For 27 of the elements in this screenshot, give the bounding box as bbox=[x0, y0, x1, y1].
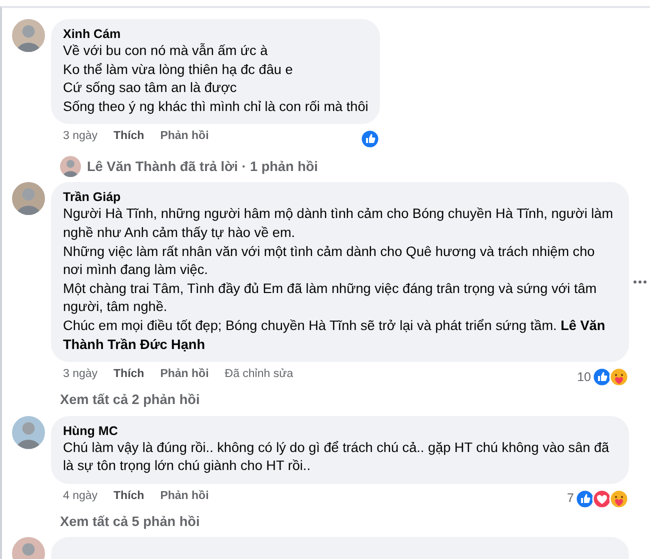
comment-time[interactable]: 4 ngày bbox=[63, 488, 98, 509]
comment-time[interactable]: 3 ngày bbox=[63, 128, 98, 150]
comment-text: Một chàng trai Tâm, Tình đầy đủ Em đã làm những việc đáng trân trọng và sứng với tâm người, tâm nghề. bbox=[63, 280, 598, 316]
comment-text: Về với bu con nó mà vẫn ấm ức à bbox=[63, 42, 269, 60]
reply-summary-link[interactable]: Lê Văn Thành đã trả lời · 1 phản hồi bbox=[87, 156, 318, 178]
view-replies-link[interactable]: Xem tất cả 5 phản hồi bbox=[60, 514, 200, 529]
reply-link[interactable]: Phản hồi bbox=[160, 366, 209, 388]
view-replies-link[interactable]: Xem tất cả 2 phản hồi bbox=[60, 392, 200, 408]
comment-text: Sống theo ý ng khác thì mình chỉ là con rối mà thôi bbox=[63, 98, 368, 116]
reaction-count[interactable]: 10 bbox=[577, 368, 591, 386]
reaction-count[interactable]: 7 bbox=[567, 489, 574, 508]
comment-text: Chúc em mọi điều tốt đẹp; Bóng chuyền Hà Tĩnh sẽ trở lại và phát triển sứng tầm. Lê Văn Thành Trần Đức Hạnh bbox=[63, 316, 606, 354]
comment-author[interactable]: Trần Giáp bbox=[63, 189, 617, 206]
reply-link[interactable]: Phản hồi bbox=[160, 488, 209, 509]
edited-label: Đã chỉnh sửa bbox=[224, 367, 294, 382]
comment-text: Những việc làm rất nhân văn với một tình cảm dành cho Quê hương và trách nhiệm cho nơi mình đang làm việc. bbox=[63, 242, 596, 280]
like-link[interactable]: Thích bbox=[114, 128, 144, 150]
comment-text: Chú làm vậy là đúng rồi.. không có lý do gì để trách chú cả.. gặp HT chú không vào sân đã là sự tôn trọng lớn chú giành cho HT rồi.. bbox=[63, 438, 610, 476]
comment-text: Cứ sống sao tâm an là được bbox=[63, 79, 238, 98]
like-link[interactable]: Thích bbox=[114, 488, 144, 509]
reply-link[interactable]: Phản hồi bbox=[160, 128, 209, 150]
comment-author[interactable]: Xinh Cám bbox=[63, 26, 368, 42]
comment-text: Ko thể làm vừa lòng thiên hạ đc đâu e bbox=[63, 60, 294, 79]
like-link[interactable]: Thích bbox=[114, 366, 144, 388]
comment-time[interactable]: 3 ngày bbox=[63, 366, 98, 388]
comment-text: Người Hà Tĩnh, những người hâm mộ dành tình cảm cho Bóng chuyền Hà Tĩnh, người làm nghề như Anh cảm thấy tự hào về em. bbox=[63, 205, 614, 242]
comment-author[interactable]: Hùng MC bbox=[63, 422, 617, 439]
